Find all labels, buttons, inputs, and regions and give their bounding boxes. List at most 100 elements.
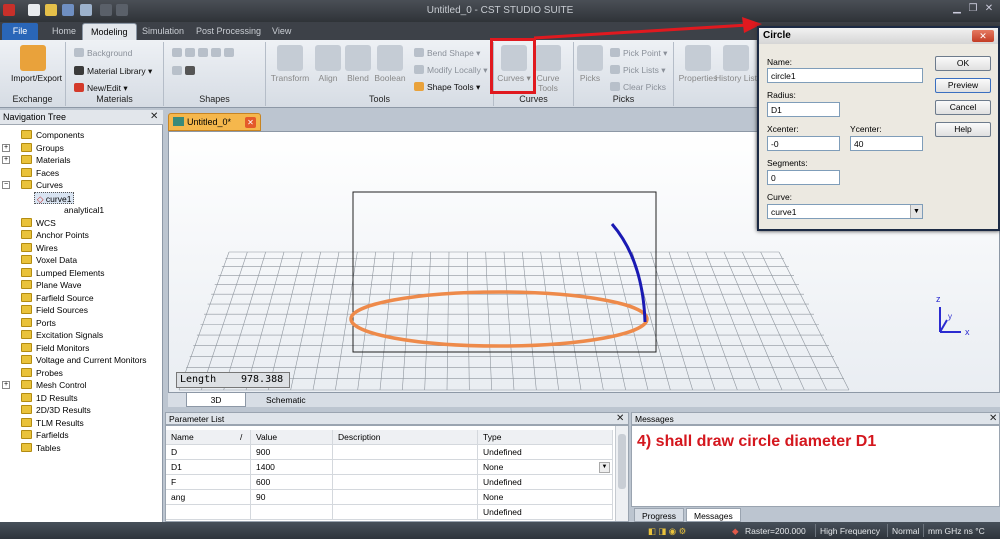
extrude-icon <box>172 66 182 75</box>
cell-value: 90 <box>251 490 333 505</box>
column-header-description[interactable]: Description <box>333 430 478 445</box>
tree-item-1d-results[interactable]: 1D Results <box>21 392 78 404</box>
pick-lists-button[interactable]: Pick Lists ▾ <box>610 65 666 76</box>
tree-item-curves[interactable]: − Curves <box>2 179 63 191</box>
picks-button[interactable]: Picks <box>568 45 612 83</box>
status-icons[interactable]: ◧ ◨ ◉ ⚙ <box>648 526 686 537</box>
tab-simulation[interactable]: Simulation <box>134 23 192 40</box>
tab-messages[interactable]: Messages <box>686 508 741 522</box>
shape-primitives-row-1[interactable] <box>172 48 237 58</box>
tree-item-wires[interactable]: Wires <box>21 242 58 254</box>
tree-item-materials[interactable]: + Materials <box>2 154 70 166</box>
tree-item-voltage-current-monitors[interactable]: Voltage and Current Monitors <box>21 354 147 366</box>
close-navigation-icon[interactable]: ✕ <box>150 111 158 122</box>
tree-item-analytical1[interactable]: analytical1 <box>64 204 104 216</box>
status-raster[interactable]: Raster=200.000 <box>745 526 806 536</box>
folder-icon <box>21 155 32 164</box>
name-field[interactable]: circle1 <box>767 68 923 83</box>
clear-picks-icon <box>610 82 620 91</box>
tree-item-farfields[interactable]: Farfields <box>21 429 69 441</box>
tree-item-wcs[interactable]: WCS <box>21 217 56 229</box>
tree-item-2d-3d-results[interactable]: 2D/3D Results <box>21 404 91 416</box>
import-export-button[interactable]: Import/Export <box>11 45 62 83</box>
segments-field[interactable]: 0 <box>767 170 840 185</box>
history-list-button[interactable]: History List <box>714 45 758 83</box>
circle-dialog: Circle ✕ Name: circle1 Radius: D1 Xcente… <box>757 26 1000 231</box>
ycenter-field[interactable]: 40 <box>850 136 923 151</box>
scrollbar-thumb[interactable] <box>618 434 626 489</box>
tab-3d[interactable]: 3D <box>186 393 246 407</box>
minimize-icon[interactable]: ▁ <box>950 3 964 16</box>
tree-item-mesh-control[interactable]: + Mesh Control <box>2 379 87 391</box>
boolean-button[interactable]: Boolean <box>368 45 412 83</box>
clear-picks-button[interactable]: Clear Picks <box>610 82 666 92</box>
column-header-value[interactable]: Value <box>251 430 333 445</box>
folder-icon <box>21 130 32 139</box>
curve-select[interactable]: curve1 ▼ <box>767 204 923 219</box>
tree-item-lumped-elements[interactable]: Lumped Elements <box>21 267 105 279</box>
material-library-button[interactable]: Material Library ▾ <box>74 66 152 77</box>
cell-type[interactable]: None ▼ <box>478 460 613 475</box>
dialog-close-icon[interactable]: ✕ <box>972 30 994 42</box>
expand-icon[interactable]: + <box>2 381 10 389</box>
tab-progress[interactable]: Progress <box>634 508 685 522</box>
svg-text:y: y <box>948 312 952 321</box>
cell-description <box>333 460 478 475</box>
group-picks: Picks Pick Point ▾ Pick Lists ▾ Clear Pi… <box>574 42 674 106</box>
tree-item-faces[interactable]: Faces <box>21 167 59 179</box>
tree-item-plane-wave[interactable]: Plane Wave <box>21 279 82 291</box>
bend-shape-button[interactable]: Bend Shape ▾ <box>414 48 480 59</box>
tree-item-curve1[interactable]: ◇ curve1 <box>34 192 75 204</box>
tab-schematic[interactable]: Schematic <box>258 393 314 407</box>
close-document-icon[interactable]: ✕ <box>245 117 256 128</box>
shape-tools-button[interactable]: Shape Tools ▾ <box>414 82 480 93</box>
tree-item-field-sources[interactable]: Field Sources <box>21 304 88 316</box>
boolean-icon <box>377 45 403 71</box>
tab-file[interactable]: File <box>2 23 38 40</box>
tab-modeling[interactable]: Modeling <box>82 23 137 40</box>
cancel-button[interactable]: Cancel <box>935 100 991 115</box>
status-view-mode[interactable]: Normal <box>892 526 919 536</box>
pick-point-button[interactable]: Pick Point ▾ <box>610 48 667 59</box>
tree-item-excitation-signals[interactable]: Excitation Signals <box>21 329 103 341</box>
collapse-icon[interactable]: − <box>2 181 10 189</box>
tree-item-tlm-results[interactable]: TLM Results <box>21 417 84 429</box>
tree-item-field-monitors[interactable]: Field Monitors <box>21 342 89 354</box>
status-units[interactable]: mm GHz ns °C <box>928 526 985 536</box>
status-divider <box>887 524 888 537</box>
expand-icon[interactable]: + <box>2 156 10 164</box>
tab-view[interactable]: View <box>264 23 299 40</box>
tree-item-tables[interactable]: Tables <box>21 442 61 454</box>
ok-button[interactable]: OK <box>935 56 991 71</box>
close-window-icon[interactable]: ✕ <box>982 3 996 16</box>
tree-item-probes[interactable]: Probes <box>21 367 63 379</box>
close-messages-icon[interactable]: ✕ <box>989 413 997 424</box>
help-button[interactable]: Help <box>935 122 991 137</box>
background-button[interactable]: Background <box>74 48 132 58</box>
xcenter-field[interactable]: -0 <box>767 136 840 151</box>
modify-locally-button[interactable]: Modify Locally ▾ <box>414 65 488 76</box>
tree-item-groups[interactable]: + Groups <box>2 142 64 154</box>
group-label-tools: Tools <box>368 94 390 104</box>
shape-primitives-row-2[interactable] <box>172 66 198 76</box>
status-solver-mode[interactable]: High Frequency <box>820 526 880 536</box>
radius-field[interactable]: D1 <box>767 102 840 117</box>
chevron-down-icon[interactable]: ▼ <box>599 462 610 473</box>
chevron-down-icon[interactable]: ▼ <box>910 205 922 218</box>
tree-item-ports[interactable]: Ports <box>21 317 56 329</box>
column-header-name[interactable]: Name / <box>166 430 251 445</box>
tab-post-processing[interactable]: Post Processing <box>188 23 269 40</box>
preview-button[interactable]: Preview <box>935 78 991 93</box>
column-header-type[interactable]: Type <box>478 430 613 445</box>
new-edit-button[interactable]: New/Edit ▾ <box>74 83 128 94</box>
tree-item-farfield-source[interactable]: Farfield Source <box>21 292 94 304</box>
tree-item-components[interactable]: Components <box>21 129 84 141</box>
expand-icon[interactable]: + <box>2 144 10 152</box>
tree-item-voxel-data[interactable]: Voxel Data <box>21 254 77 266</box>
tree-item-anchor-points[interactable]: Anchor Points <box>21 229 89 241</box>
parameter-scrollbar[interactable] <box>615 426 628 521</box>
close-parameter-list-icon[interactable]: ✕ <box>616 413 624 424</box>
restore-icon[interactable]: ❐ <box>966 3 980 16</box>
tab-home[interactable]: Home <box>44 23 84 40</box>
document-tab[interactable]: Untitled_0* ✕ <box>168 113 261 131</box>
